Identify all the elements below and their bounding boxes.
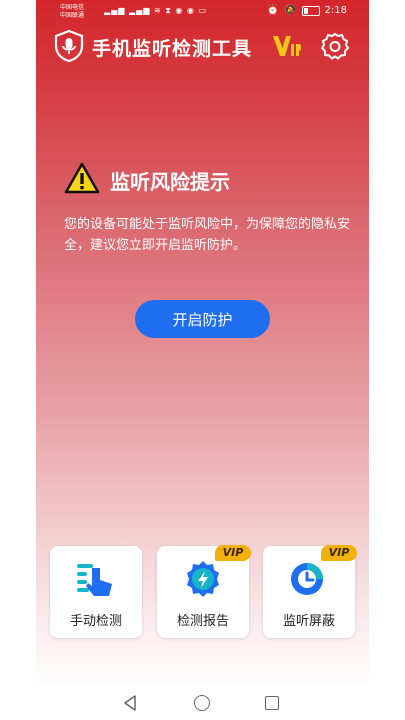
feature-card-detection-report[interactable]: VIP 检测报告 xyxy=(157,545,251,638)
vip-tag: VIP xyxy=(215,545,251,561)
app-title: 手机监听检测工具 xyxy=(92,38,253,60)
status-bar: 中国电信 中国联通 ▂▄▆ ▂▄▆ ≋ ⧗ ◉ ◉ ▭ ⏰ 🔕 2:18 xyxy=(36,0,369,24)
feature-card-monitor-shield[interactable]: VIP 监听屏蔽 xyxy=(263,545,357,638)
carrier-2: 中国联通 xyxy=(60,12,85,19)
recent-apps-square-icon[interactable] xyxy=(265,696,279,710)
alarm-icon: ⏰ xyxy=(266,5,280,16)
vip-crown-icon[interactable] xyxy=(271,32,301,60)
alert-title: 监听风险提示 xyxy=(110,170,230,194)
shield-bolt-icon xyxy=(187,561,219,597)
clock-shield-icon xyxy=(291,563,323,595)
shield-mic-logo-icon xyxy=(54,30,84,62)
clock-time: 2:18 xyxy=(324,5,347,16)
warning-icon xyxy=(64,162,100,194)
home-circle-icon[interactable] xyxy=(194,695,210,711)
feature-card-manual-detect[interactable]: 手动检测 xyxy=(50,546,142,638)
feature-label: 手动检测 xyxy=(69,614,122,629)
enable-protection-button[interactable]: 开启防护 xyxy=(135,300,270,338)
app-screen: 中国电信 中国联通 ▂▄▆ ▂▄▆ ≋ ⧗ ◉ ◉ ▭ ⏰ 🔕 2:18 手机监… xyxy=(36,0,369,686)
alert-message: 您的设备可能处于监听风险中，为保障您的隐私安全，建议您立即开启监听防护。 xyxy=(64,217,351,253)
left-margin xyxy=(0,0,36,720)
right-margin xyxy=(369,0,405,720)
settings-gear-icon[interactable] xyxy=(321,32,349,60)
system-nav-bar xyxy=(0,686,405,720)
status-right: ⏰ 🔕 2:18 xyxy=(267,5,347,16)
signal-icons: ▂▄▆ ▂▄▆ ≋ ⧗ ◉ ◉ ▭ xyxy=(104,6,208,15)
battery-icon xyxy=(301,5,320,16)
vip-tag: VIP xyxy=(321,545,357,561)
feature-label: 检测报告 xyxy=(176,614,229,629)
feature-label: 监听屏蔽 xyxy=(282,614,335,629)
back-triangle-icon[interactable] xyxy=(123,695,137,711)
carrier-1: 中国电信 xyxy=(60,4,85,11)
app-header: 手机监听检测工具 xyxy=(36,28,369,64)
carrier-info: 中国电信 中国联通 xyxy=(60,4,84,20)
mute-icon: 🔕 xyxy=(284,5,297,16)
hand-tap-icon xyxy=(77,564,112,596)
